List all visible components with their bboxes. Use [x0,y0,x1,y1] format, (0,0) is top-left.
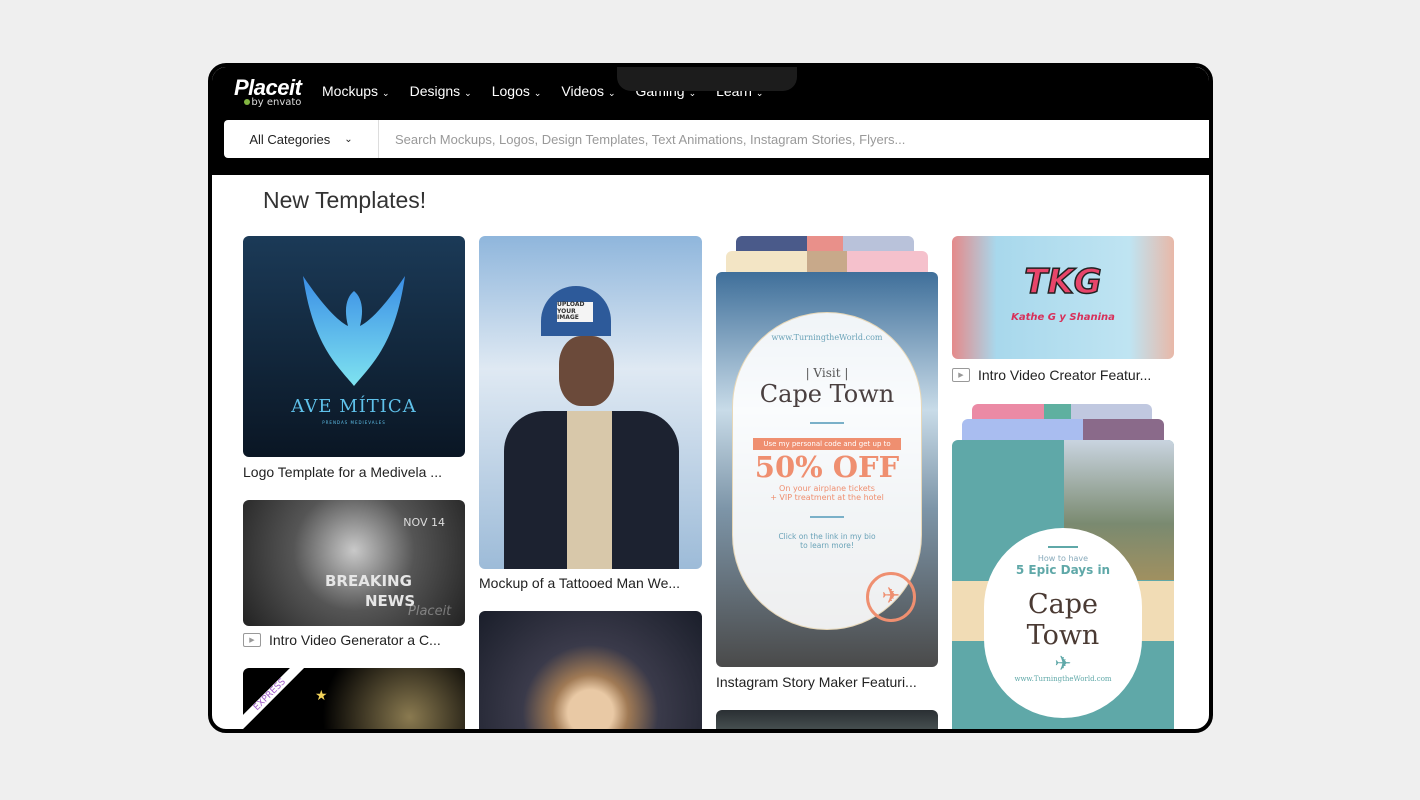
template-card-photo[interactable] [479,611,702,729]
section-title: New Templates! [263,187,427,213]
chevron-down-icon: ⌄ [344,133,353,145]
express-badge: EXPRESS [243,668,306,729]
nav-designs[interactable]: Designs ⌄ [410,83,472,99]
play-icon: ▶ [952,368,970,382]
search-bar: All Categories ⌄ [224,120,1209,158]
play-icon: ▶ [243,633,261,647]
template-card-logo[interactable]: AVE MÍTICA PRENDAS MEDIEVALES [243,236,465,457]
nav-videos[interactable]: Videos ⌄ [561,83,615,99]
camera-notch [617,67,797,91]
template-card-express[interactable]: EXPRESS ★ [243,668,465,729]
category-select[interactable]: All Categories ⌄ [224,120,379,158]
card-caption[interactable]: ▶ Intro Video Generator a C... [243,632,465,648]
card-caption[interactable]: ▶ Intro Video Creator Featur... [952,367,1174,383]
card-caption[interactable]: Logo Template for a Medivela ... [243,464,465,480]
nav-logos[interactable]: Logos ⌄ [492,83,542,99]
chevron-down-icon: ⌄ [464,88,472,98]
envato-leaf-icon [244,99,251,105]
device-frame: Placeit by envato Mockups ⌄ Designs ⌄ Logo… [208,63,1213,733]
template-card-next[interactable] [716,710,938,729]
card-caption[interactable]: Mockup of a Tattooed Man We... [479,575,702,591]
star-icon: ★ [315,688,328,704]
chevron-down-icon: ⌄ [607,88,616,98]
ticket-icon: ✈ [1054,651,1072,675]
template-card-intro-video[interactable]: TKG Kathe G y Shanina [952,236,1174,359]
placeit-logo[interactable]: Placeit by envato [234,75,302,108]
template-card-cape-town[interactable]: How to have 5 Epic Days in Cape Town ✈ w… [952,440,1174,729]
template-card-video[interactable]: NOV 14 BREAKING NEWS Placeit [243,500,465,626]
template-card-mockup[interactable]: UPLOAD YOUR IMAGE [479,236,702,569]
top-header: Placeit by envato Mockups ⌄ Designs ⌄ Logo… [212,67,1209,175]
chevron-down-icon: ⌄ [382,88,390,98]
search-input[interactable] [379,120,1209,158]
template-card-instagram-story[interactable]: www.TurningtheWorld.com | Visit | Cape T… [716,272,938,667]
chevron-down-icon: ⌄ [533,88,542,98]
airplane-stamp-icon: ✈ [866,572,916,622]
card-caption[interactable]: Instagram Story Maker Featuri... [716,674,938,690]
nav-mockups[interactable]: Mockups ⌄ [322,83,390,99]
